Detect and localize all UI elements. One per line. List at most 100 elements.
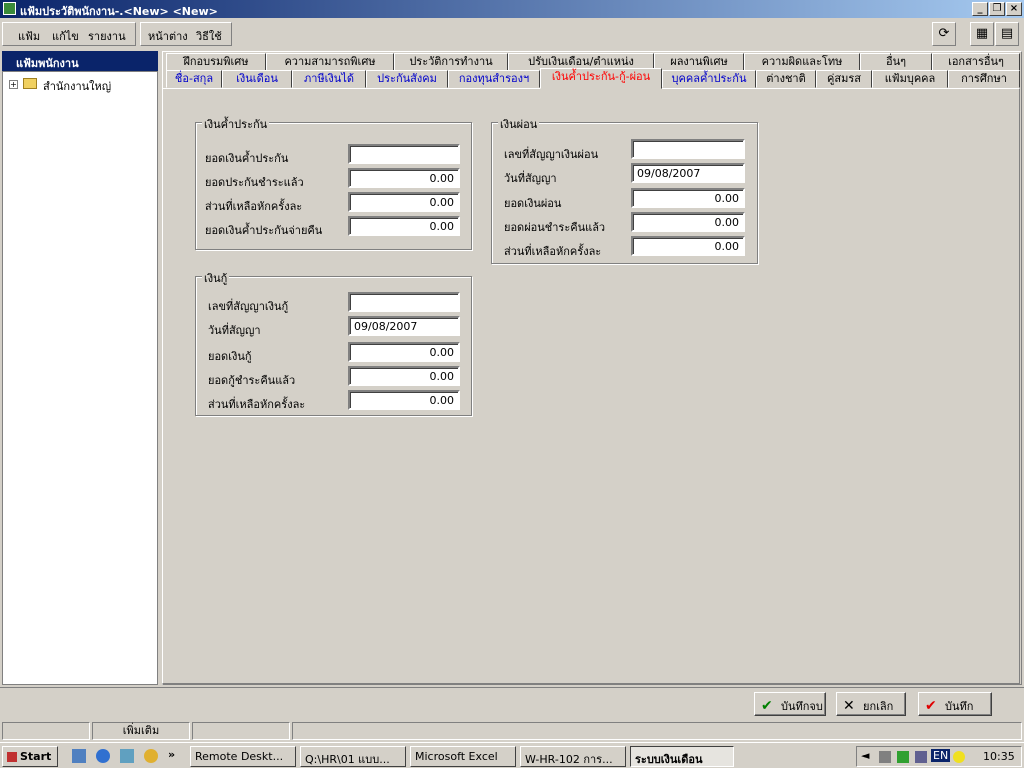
tab-provident-fund[interactable]: กองทุนสำรองฯ	[448, 70, 540, 88]
tab-other-docs[interactable]: เอกสารอื่นๆ	[932, 53, 1020, 71]
calculator-icon[interactable]: ▦	[970, 22, 994, 46]
tab-guarantee-loan[interactable]: เงินค้ำประกัน-กู้-ผ่อน	[540, 68, 662, 89]
installment-contract-field[interactable]	[631, 139, 745, 159]
tab-foreigner[interactable]: ต่างชาติ	[756, 70, 816, 88]
tab-work-history[interactable]: ประวัติการทำงาน	[394, 53, 508, 71]
window-title: แฟ้มประวัติพนักงาน-.<New> <New>	[20, 5, 218, 18]
language-indicator[interactable]: EN	[931, 749, 951, 762]
cancel-button[interactable]: ✕ ยกเลิก	[836, 692, 906, 716]
system-tray: ◄ EN 10:35	[856, 746, 1022, 767]
installment-deduct-field[interactable]: 0.00	[631, 236, 745, 256]
menu-window[interactable]: หน้าต่าง	[148, 27, 188, 45]
expand-icon[interactable]: +	[9, 80, 18, 89]
tab-salary[interactable]: เงินเดือน	[222, 70, 292, 88]
loan-date-field[interactable]: 09/08/2007	[348, 316, 460, 336]
check-icon: ✔	[761, 698, 773, 714]
start-label: Start	[20, 750, 52, 763]
form-icon[interactable]: ▤	[995, 22, 1019, 46]
installment-paid-label: ยอดผ่อนชำระคืนแล้ว	[504, 221, 606, 234]
more-icon[interactable]: »	[168, 748, 175, 761]
guarantee-amount-label: ยอดเงินค้ำประกัน	[205, 152, 289, 165]
guarantee-amount-field[interactable]	[348, 144, 460, 164]
volume-icon[interactable]: ◄	[861, 749, 869, 762]
windows-logo-icon	[7, 752, 17, 762]
guarantee-deduct-field[interactable]: 0.00	[348, 192, 460, 212]
network-icon[interactable]	[120, 749, 134, 763]
start-button[interactable]: Start	[2, 746, 58, 767]
tab-special-training[interactable]: ฝึกอบรมพิเศษ	[166, 53, 266, 71]
x-icon: ✕	[843, 698, 855, 714]
task-folder[interactable]: Q:\HR\01 แบบ...	[300, 746, 406, 767]
status-cell-3	[192, 722, 290, 740]
save-button[interactable]: ✔ บันทึก	[918, 692, 992, 716]
sidebar-tree: + สำนักงานใหญ่	[2, 71, 158, 685]
tab-guarantor[interactable]: บุคคลค้ำประกัน	[662, 70, 756, 88]
installment-amount-label: ยอดเงินผ่อน	[504, 197, 562, 210]
guarantee-paid-field[interactable]: 0.00	[348, 168, 460, 188]
installment-group: เงินผ่อน เลขที่สัญญาเงินผ่อน วันที่สัญญา…	[491, 115, 758, 264]
tab-special-skills[interactable]: ความสามารถพิเศษ	[266, 53, 394, 71]
loan-title: เงินกู้	[202, 269, 230, 287]
task-label: Microsoft Excel	[415, 750, 498, 763]
loan-deduct-label: ส่วนที่เหลือหักครั้งละ	[208, 398, 306, 411]
guarantee-group: เงินค้ำประกัน ยอดเงินค้ำประกัน ยอดประกัน…	[195, 115, 472, 250]
tab-social-security[interactable]: ประกันสังคม	[366, 70, 448, 88]
tab-income-tax[interactable]: ภาษีเงินได้	[292, 70, 366, 88]
tab-special-performance[interactable]: ผลงานพิเศษ	[654, 53, 744, 71]
tab-spouse[interactable]: คู่สมรส	[816, 70, 872, 88]
installment-title: เงินผ่อน	[498, 115, 540, 133]
restore-button[interactable]: ❐	[989, 2, 1005, 16]
loan-amount-field[interactable]: 0.00	[348, 342, 460, 362]
menu-edit[interactable]: แก้ไข	[52, 27, 79, 45]
close-button[interactable]: ×	[1006, 2, 1022, 16]
task-label: Q:\HR\01 แบบ...	[305, 753, 390, 766]
tab-name[interactable]: ชื่อ-สกุล	[166, 70, 222, 88]
guarantee-paid-label: ยอดประกันชำระแล้ว	[205, 176, 304, 189]
loan-amount-label: ยอดเงินกู้	[208, 350, 252, 363]
desktop-icon[interactable]	[72, 749, 86, 763]
installment-date-label: วันที่สัญญา	[504, 172, 557, 185]
menu-bar: แฟ้ม แก้ไข รายงาน หน้าต่าง วิธีใช้	[0, 20, 1024, 48]
installment-paid-field[interactable]: 0.00	[631, 212, 745, 232]
tree-item-head-office[interactable]: สำนักงานใหญ่	[43, 77, 111, 95]
tray-icon-1[interactable]	[879, 750, 891, 763]
sidebar-header: แฟ้มพนักงาน	[2, 51, 158, 71]
installment-contract-label: เลขที่สัญญาเงินผ่อน	[504, 148, 599, 161]
task-word[interactable]: W-HR-102 การ...	[520, 746, 626, 767]
menu-report[interactable]: รายงาน	[88, 27, 126, 45]
loan-contract-label: เลขที่สัญญาเงินกู้	[208, 300, 289, 313]
tab-personal-file[interactable]: แฟ้มบุคคล	[872, 70, 948, 88]
installment-amount-field[interactable]: 0.00	[631, 188, 745, 208]
menu-file[interactable]: แฟ้ม	[18, 27, 40, 45]
save-close-button[interactable]: ✔ บันทึกจบ	[754, 692, 826, 716]
menu-help[interactable]: วิธีใช้	[196, 27, 222, 45]
task-label: Remote Deskt...	[195, 750, 284, 763]
loan-paid-field[interactable]: 0.00	[348, 366, 460, 386]
media-icon[interactable]	[144, 749, 158, 763]
tab-other[interactable]: อื่นๆ	[860, 53, 932, 71]
status-cell-4	[292, 722, 1022, 740]
installment-date-field[interactable]: 09/08/2007	[631, 163, 745, 183]
task-excel[interactable]: Microsoft Excel	[410, 746, 516, 767]
task-payroll[interactable]: ระบบเงินเดือน	[630, 746, 734, 767]
bottom-separator	[0, 687, 1024, 688]
status-cell-1	[2, 722, 90, 740]
minimize-button[interactable]: _	[972, 2, 988, 16]
tab-offense[interactable]: ความผิดและโทษ	[744, 53, 860, 71]
task-remote-desktop[interactable]: Remote Deskt...	[190, 746, 296, 767]
loan-group: เงินกู้ เลขที่สัญญาเงินกู้ วันที่สัญญา 0…	[195, 269, 472, 416]
loan-contract-field[interactable]	[348, 292, 460, 312]
tray-icon-3[interactable]	[915, 750, 927, 763]
check-red-icon: ✔	[925, 698, 937, 714]
loan-deduct-field[interactable]: 0.00	[348, 390, 460, 410]
guarantee-deduct-label: ส่วนที่เหลือหักครั้งละ	[205, 200, 303, 213]
loan-date-label: วันที่สัญญา	[208, 324, 261, 337]
guarantee-refund-label: ยอดเงินค้ำประกันจ่ายคืน	[205, 224, 323, 237]
ie-icon[interactable]	[96, 749, 110, 763]
tray-icon-4[interactable]	[953, 750, 965, 763]
guarantee-title: เงินค้ำประกัน	[202, 115, 270, 133]
tray-icon-2[interactable]	[897, 750, 909, 763]
refresh-icon[interactable]: ⟳	[932, 22, 956, 46]
guarantee-refund-field[interactable]: 0.00	[348, 216, 460, 236]
tab-education[interactable]: การศึกษา	[948, 70, 1020, 88]
